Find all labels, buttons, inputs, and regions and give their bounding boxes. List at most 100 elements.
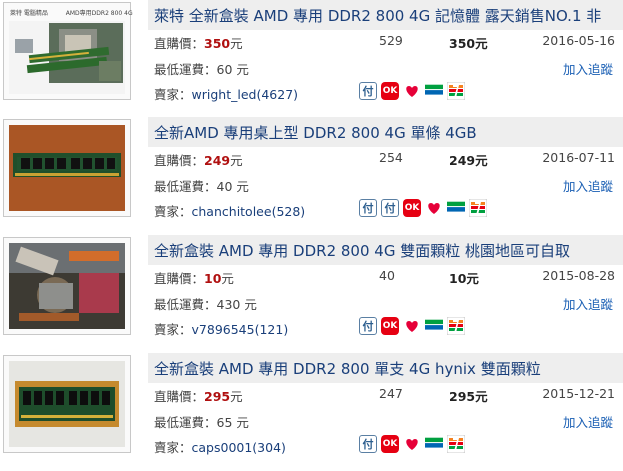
familymart-icon	[425, 82, 443, 100]
direct-price-label: 直購價：	[154, 153, 205, 168]
pay-icon: 付	[359, 82, 377, 100]
direct-price-label: 直購價：	[154, 36, 205, 51]
seven-eleven-icon	[447, 317, 465, 335]
listing-title-link[interactable]: 全新AMD 專用桌上型 DDR2 800 4G 單條 4GB	[154, 122, 477, 143]
track-link[interactable]: 加入追蹤	[563, 59, 613, 78]
min-shipping-value: 40 元	[216, 179, 249, 194]
min-shipping-value: 65 元	[216, 415, 249, 430]
seller-row: 賣家：chanchitolee(528) 付付 OK	[154, 199, 623, 223]
shipping-row: 最低運費：40 元 加入追蹤	[154, 176, 623, 198]
listing-date: 2015-08-28	[542, 268, 615, 283]
title-bar: 萊特 全新盒裝 AMD 專用 DDR2 800 4G 記憶體 露天銷售NO.1 …	[148, 0, 623, 30]
listing-date: 2016-07-11	[542, 150, 615, 165]
bid-count: 529	[379, 33, 403, 48]
min-shipping-label: 最低運費：	[154, 62, 217, 77]
ok-mart-icon: OK	[381, 317, 399, 335]
seller-row: 賣家：v7896545(121) 付 OK	[154, 317, 623, 341]
hilife-icon	[403, 82, 421, 100]
final-price: 295元	[449, 389, 488, 404]
price-unit: 元	[221, 271, 234, 286]
product-photo	[9, 125, 125, 211]
listing-item: 萊特 電腦精品 AMD專用DDR2 800 4G 萊特 全新盒裝 AMD 專用 …	[0, 0, 623, 117]
seller-label: 賣家：	[154, 204, 192, 219]
seller-link[interactable]: wright_led(4627)	[192, 87, 299, 102]
familymart-icon	[425, 317, 443, 335]
ok-mart-icon: OK	[381, 435, 399, 453]
payment-icons: 付付 OK	[359, 199, 487, 217]
min-shipping-label: 最低運費：	[154, 297, 217, 312]
hilife-icon	[403, 317, 421, 335]
price-row: 直購價：10元 40 10元 2015-08-28	[154, 268, 623, 290]
product-photo	[9, 21, 125, 94]
listing-thumbnail[interactable]	[3, 237, 131, 335]
pay-icon: 付	[359, 435, 377, 453]
listing-title-link[interactable]: 全新盒裝 AMD 專用 DDR2 800 4G 雙面顆粒 桃園地區可自取	[154, 240, 570, 261]
price-row: 直購價：350元 529 350元 2016-05-16	[154, 33, 623, 55]
seller-link[interactable]: chanchitolee(528)	[192, 204, 306, 219]
min-shipping-value: 430 元	[216, 297, 257, 312]
seller-row: 賣家：caps0001(304) 付 OK	[154, 435, 623, 459]
hilife-icon	[403, 435, 421, 453]
listing-title-link[interactable]: 萊特 全新盒裝 AMD 專用 DDR2 800 4G 記憶體 露天銷售NO.1 …	[154, 5, 601, 26]
listing-thumbnail[interactable]: 萊特 電腦精品 AMD專用DDR2 800 4G	[3, 2, 133, 100]
seller-link[interactable]: v7896545(121)	[192, 322, 289, 337]
listing-date: 2016-05-16	[542, 33, 615, 48]
track-link[interactable]: 加入追蹤	[563, 294, 613, 313]
final-price: 249元	[449, 153, 488, 168]
min-shipping-label: 最低運費：	[154, 415, 217, 430]
price-unit: 元	[230, 389, 243, 404]
price-unit: 元	[230, 153, 243, 168]
seven-eleven-icon	[447, 82, 465, 100]
final-price: 350元	[449, 36, 488, 51]
payment-icons: 付 OK	[359, 82, 465, 100]
pay-icon: 付	[381, 199, 399, 217]
shipping-row: 最低運費：65 元 加入追蹤	[154, 412, 623, 434]
listing-thumbnail[interactable]	[3, 355, 131, 453]
listing-date: 2015-12-21	[542, 386, 615, 401]
thumb-caption-right: AMD專用DDR2 800 4G	[65, 10, 133, 17]
product-photo	[9, 361, 125, 447]
seven-eleven-icon	[447, 435, 465, 453]
listing-item: 全新盒裝 AMD 專用 DDR2 800 單支 4G hynix 雙面顆粒 直購…	[0, 353, 623, 471]
direct-price-value: 10	[204, 271, 222, 286]
payment-icons: 付 OK	[359, 435, 465, 453]
direct-price-value: 249	[204, 153, 231, 168]
direct-price-value: 350	[204, 36, 231, 51]
ok-mart-icon: OK	[403, 199, 421, 217]
price-row: 直購價：295元 247 295元 2015-12-21	[154, 386, 623, 408]
ok-mart-icon: OK	[381, 82, 399, 100]
seller-row: 賣家：wright_led(4627) 付 OK	[154, 82, 623, 106]
seller-link[interactable]: caps0001(304)	[192, 440, 286, 455]
direct-price-label: 直購價：	[154, 271, 205, 286]
title-bar: 全新盒裝 AMD 專用 DDR2 800 4G 雙面顆粒 桃園地區可自取	[148, 235, 623, 265]
pay-icon: 付	[359, 199, 377, 217]
min-shipping-value: 60 元	[216, 62, 249, 77]
min-shipping-label: 最低運費：	[154, 179, 217, 194]
seven-eleven-icon	[469, 199, 487, 217]
price-row: 直購價：249元 254 249元 2016-07-11	[154, 150, 623, 172]
hilife-icon	[425, 199, 443, 217]
final-price: 10元	[449, 271, 479, 286]
direct-price-value: 295	[204, 389, 231, 404]
title-bar: 全新AMD 專用桌上型 DDR2 800 4G 單條 4GB	[148, 117, 623, 147]
pay-icon: 付	[359, 317, 377, 335]
product-photo	[9, 243, 125, 329]
track-link[interactable]: 加入追蹤	[563, 176, 613, 195]
seller-label: 賣家：	[154, 440, 192, 455]
bid-count: 254	[379, 150, 403, 165]
payment-icons: 付 OK	[359, 317, 465, 335]
shipping-row: 最低運費：430 元 加入追蹤	[154, 294, 623, 316]
familymart-icon	[425, 435, 443, 453]
bid-count: 40	[379, 268, 395, 283]
seller-label: 賣家：	[154, 322, 192, 337]
listing-item: 全新盒裝 AMD 專用 DDR2 800 4G 雙面顆粒 桃園地區可自取 直購價…	[0, 235, 623, 353]
direct-price-label: 直購價：	[154, 389, 205, 404]
title-bar: 全新盒裝 AMD 專用 DDR2 800 單支 4G hynix 雙面顆粒	[148, 353, 623, 383]
seller-label: 賣家：	[154, 87, 192, 102]
listing-item: 全新AMD 專用桌上型 DDR2 800 4G 單條 4GB 直購價：249元 …	[0, 117, 623, 235]
price-unit: 元	[230, 36, 243, 51]
listing-thumbnail[interactable]	[3, 119, 131, 217]
listing-title-link[interactable]: 全新盒裝 AMD 專用 DDR2 800 單支 4G hynix 雙面顆粒	[154, 358, 541, 379]
track-link[interactable]: 加入追蹤	[563, 412, 613, 431]
shipping-row: 最低運費：60 元 加入追蹤	[154, 59, 623, 81]
